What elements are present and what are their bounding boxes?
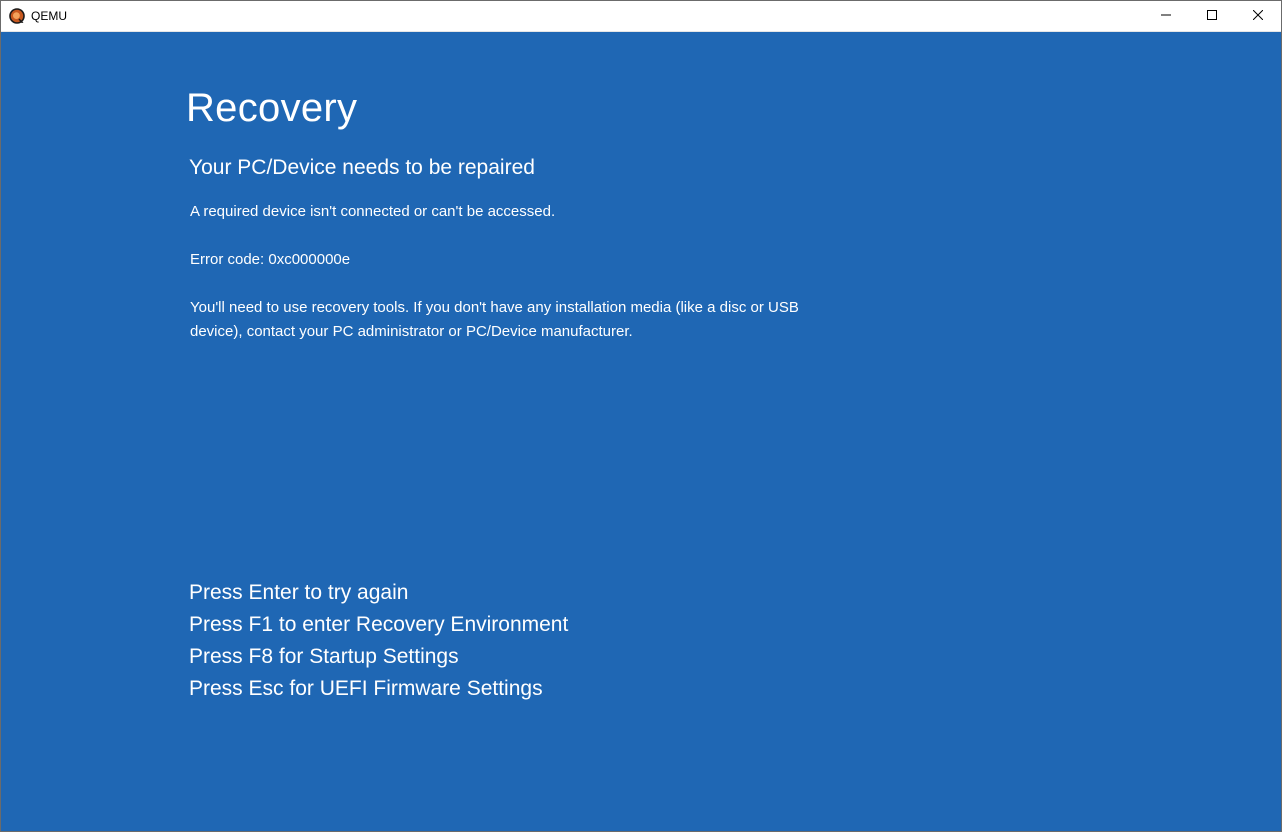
maximize-button[interactable] bbox=[1189, 1, 1235, 31]
minimize-icon bbox=[1161, 7, 1171, 25]
close-button[interactable] bbox=[1235, 1, 1281, 31]
title-bar[interactable]: QEMU bbox=[1, 1, 1281, 32]
error-code: Error code: 0xc000000e bbox=[190, 251, 351, 268]
minimize-button[interactable] bbox=[1143, 1, 1189, 31]
qemu-logo-icon[interactable] bbox=[9, 8, 25, 24]
recovery-heading: Recovery bbox=[186, 86, 358, 130]
maximize-icon bbox=[1207, 7, 1217, 25]
vm-display[interactable]: Recovery Your PC/Device needs to be repa… bbox=[1, 32, 1281, 831]
device-message: A required device isn't connected or can… bbox=[190, 203, 556, 220]
recovery-options: Press Enter to try again Press F1 to ent… bbox=[189, 577, 568, 705]
window-title: QEMU bbox=[31, 9, 67, 23]
close-icon bbox=[1252, 7, 1264, 25]
option-enter: Press Enter to try again bbox=[189, 581, 409, 604]
recovery-instructions: You'll need to use recovery tools. If yo… bbox=[190, 299, 799, 340]
qemu-window: QEMU Recovery Your PC/Device needs to be… bbox=[0, 0, 1282, 832]
option-f8: Press F8 for Startup Settings bbox=[189, 645, 459, 668]
repair-subheading: Your PC/Device needs to be repaired bbox=[189, 156, 535, 179]
option-esc: Press Esc for UEFI Firmware Settings bbox=[189, 677, 543, 700]
option-f1: Press F1 to enter Recovery Environment bbox=[189, 613, 569, 636]
